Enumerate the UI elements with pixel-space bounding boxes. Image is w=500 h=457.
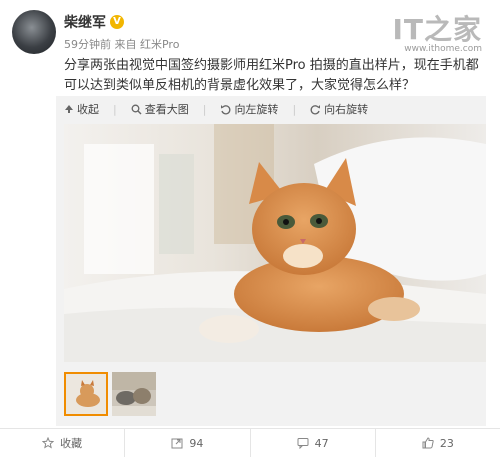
brand-logo: IT之家 [392,13,482,46]
like-button[interactable]: 23 [376,429,500,457]
post-actions: 收藏 94 47 23 [0,428,500,457]
view-large-button[interactable]: 查看大图 [131,101,189,117]
thumbnail-strip [64,372,156,416]
brand-watermark: IT之家 www.ithome.com [392,8,482,54]
favorite-button[interactable]: 收藏 [0,429,126,457]
post-photo[interactable] [64,124,486,362]
rotate-left-label: 向左旋转 [234,103,279,116]
rotate-right-button[interactable]: 向右旋转 [310,101,368,117]
author-row: 柴继军 V [64,12,124,32]
arrow-up-icon [65,105,73,113]
view-large-label: 查看大图 [144,103,189,116]
rotate-left-icon [221,104,231,114]
rotate-left-button[interactable]: 向左旋转 [220,101,278,117]
thumbnail-2[interactable] [112,372,156,416]
thumbnail-1[interactable] [64,372,108,416]
star-icon [42,437,55,449]
cat-photo-image [64,124,486,362]
repost-icon [171,438,183,449]
comment-button[interactable]: 47 [251,429,376,457]
thumbnail-photo-image [112,372,156,416]
magnifier-icon [131,104,142,114]
media-toolbar: 收起 | 查看大图 | 向左旋转 | 向右旋转 [64,101,368,117]
post-meta: 59分钟前 来自 红米Pro [64,38,180,51]
brand-url: www.ithome.com [404,44,482,54]
thumbnail-cat-image [66,374,106,414]
repost-count: 94 [189,436,204,450]
favorite-label: 收藏 [60,437,83,450]
collapse-button[interactable]: 收起 [64,101,99,117]
thumbs-up-icon [422,437,434,449]
comment-count: 47 [314,436,329,450]
avatar[interactable] [12,10,56,54]
repost-button[interactable]: 94 [125,429,251,457]
rotate-right-icon [310,104,321,114]
post-text: 分享两张由视觉中国签约摄影师用红米Pro 拍摄的直出样片，现在手机都可以达到类似… [64,58,479,93]
rotate-right-label: 向右旋转 [324,103,369,116]
toolbar-divider: | [202,102,207,116]
collapse-label: 收起 [77,103,99,116]
toolbar-divider: | [292,102,297,116]
like-count: 23 [439,436,454,450]
verified-badge-icon: V [110,15,124,29]
author-name[interactable]: 柴继军 [64,12,106,32]
comment-icon [297,438,309,449]
toolbar-divider: | [113,102,117,116]
